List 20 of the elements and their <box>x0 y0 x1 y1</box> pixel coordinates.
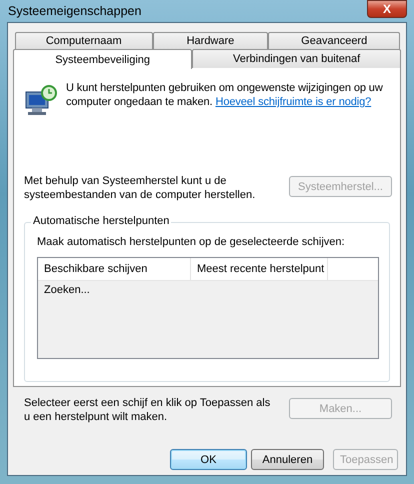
close-button[interactable]: X <box>367 0 407 18</box>
restore-text: Met behulp van Systeemherstel kunt u de systeembestanden van de computer herstellen. <box>24 174 256 202</box>
group-title: Automatische herstelpunten <box>31 215 172 227</box>
window-title: Systeemeigenschappen <box>7 4 142 18</box>
tab[interactable]: Hardware <box>152 32 268 49</box>
tab[interactable]: Computernaam <box>15 32 152 49</box>
create-text: Selecteer eerst een schijf en klik op Toepassen als u een herstelpunt wilt maken. <box>24 396 272 424</box>
column-header[interactable]: Beschikbare schijven <box>38 258 191 280</box>
description-text: U kunt herstelpunten gebruiken om ongewenste wijzigingen op uw computer ongedaan te maken. Hoeveel schijfruimte is er nodig? <box>66 81 384 109</box>
computer-icon <box>24 84 58 116</box>
list-item: Zoeken... <box>43 283 91 298</box>
tab[interactable]: Geavanceerd <box>268 32 400 49</box>
column-header[interactable]: Meest recente herstelpunt <box>191 258 328 280</box>
drive-list[interactable]: Beschikbare schijven Meest recente herstelpunt Zoeken... <box>37 257 379 359</box>
disk-space-link[interactable]: Hoeveel schijfruimte is er nodig? <box>215 96 372 108</box>
tab[interactable]: Systeembeveiliging <box>13 49 192 69</box>
dialog-button[interactable]: OK <box>170 449 247 470</box>
dialog-button[interactable]: Annuleren <box>251 449 324 470</box>
tab[interactable]: Verbindingen van buitenaf <box>192 49 401 68</box>
list-label: Maak automatisch herstelpunten op de geselecteerde schijven: <box>37 235 346 249</box>
